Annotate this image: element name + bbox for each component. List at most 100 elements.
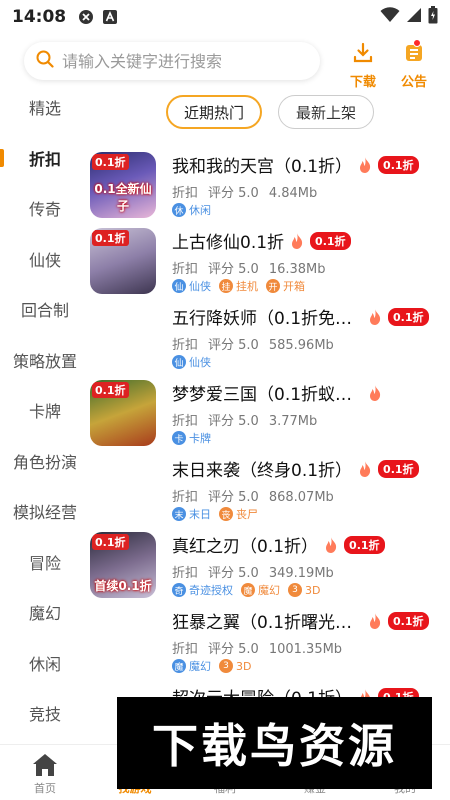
- game-icon[interactable]: 0.1折: [90, 380, 156, 446]
- game-name[interactable]: 末日来袭（终身0.1折）: [172, 456, 352, 481]
- game-type: 折扣: [172, 262, 199, 277]
- download-icon: [352, 42, 374, 68]
- category-item[interactable]: 策略放置: [0, 335, 90, 386]
- game-type: 折扣: [172, 490, 199, 505]
- category-label: 角色扮演: [12, 452, 77, 472]
- search-bar[interactable]: [24, 42, 320, 80]
- game-tags: 奇奇迹授权魔魔幻 3 3D: [172, 582, 328, 598]
- game-icon[interactable]: 0.1折 0.1全新仙子: [90, 152, 156, 218]
- category-label: 魔幻: [28, 604, 61, 624]
- game-title-row: 真红之刃（0.1折） 0.1折: [172, 532, 385, 557]
- tag-icon: 魔: [172, 659, 186, 673]
- game-list-item[interactable]: 五行降妖师（0.1折免费… 0.1折 折扣 评分 5.0 585.96Mb 仙仙侠: [90, 302, 450, 378]
- game-size: 868.07Mb: [268, 490, 334, 505]
- category-item[interactable]: 精选: [0, 82, 90, 133]
- game-title-row: 上古修仙0.1折 0.1折: [172, 228, 351, 253]
- tag-label: 奇迹授权: [189, 584, 233, 597]
- tag-label: 仙侠: [189, 356, 211, 369]
- category-item-active[interactable]: 折扣: [0, 133, 90, 184]
- game-tag: 3 3D: [288, 583, 320, 597]
- game-size: 4.84Mb: [268, 186, 318, 201]
- game-title-row: 末日来袭（终身0.1折） 0.1折: [172, 456, 419, 481]
- game-list-item[interactable]: 狂暴之翼（0.1折曙光之… 0.1折 折扣 评分 5.0 1001.35Mb 魔魔幻 3 3D: [90, 606, 450, 682]
- icon-discount-badge: 0.1折: [92, 230, 129, 246]
- tag-icon: 仙: [172, 279, 186, 293]
- discount-badge: 0.1折: [344, 535, 385, 554]
- game-rating: 评分 5.0: [208, 414, 259, 429]
- hot-fire-icon: [370, 384, 381, 401]
- icon-discount-badge: 0.1折: [92, 382, 129, 398]
- game-title-row: 我和我的天宫（0.1折） 0.1折: [172, 152, 419, 177]
- game-tag: 仙仙侠: [172, 278, 211, 294]
- category-item[interactable]: 竞技: [0, 688, 90, 739]
- tag-label: 末日: [189, 508, 211, 521]
- cellular-signal-icon: [406, 7, 422, 28]
- category-item[interactable]: 仙侠: [0, 234, 90, 285]
- discount-badge: 0.1折: [388, 307, 429, 326]
- unread-dot: [413, 39, 421, 47]
- tag-icon: 丧: [219, 507, 233, 521]
- game-list-item[interactable]: 0.1折 首续0.1折 真红之刃（0.1折） 0.1折 折扣 评分 5.0 349.19Mb…: [90, 530, 450, 606]
- discount-badge: 0.1折: [388, 611, 429, 630]
- game-size: 349.19Mb: [268, 566, 334, 581]
- game-icon[interactable]: 0.1折: [90, 228, 156, 294]
- game-name[interactable]: 狂暴之翼（0.1折曙光之…: [172, 608, 362, 633]
- announcement-label: 公告: [400, 75, 427, 90]
- nav-home-label: 首页: [34, 782, 56, 795]
- discount-badge: 0.1折: [378, 459, 419, 478]
- hot-fire-icon: [370, 308, 381, 325]
- category-item[interactable]: 回合制: [0, 284, 90, 335]
- category-label: 冒险: [28, 553, 61, 573]
- game-name[interactable]: 五行降妖师（0.1折免费…: [172, 304, 362, 329]
- category-item[interactable]: 休闲: [0, 638, 90, 689]
- app-a-icon: [102, 9, 118, 25]
- nav-home[interactable]: 首页: [0, 745, 90, 800]
- search-input[interactable]: [62, 51, 302, 71]
- game-meta: 折扣 评分 5.0 3.77Mb: [172, 410, 327, 429]
- download-button[interactable]: 下载: [343, 42, 383, 90]
- game-type: 折扣: [172, 186, 199, 201]
- category-label: 折扣: [28, 149, 61, 169]
- category-label: 模拟经营: [12, 503, 77, 523]
- category-item[interactable]: 角色扮演: [0, 436, 90, 487]
- category-item[interactable]: 传奇: [0, 183, 90, 234]
- game-list-item[interactable]: 0.1折 上古修仙0.1折 0.1折 折扣 评分 5.0 16.38Mb 仙仙侠挂挂机开开箱: [90, 226, 450, 302]
- game-list-item[interactable]: 末日来袭（终身0.1折） 0.1折 折扣 评分 5.0 868.07Mb 末末日丧丧尸: [90, 454, 450, 530]
- announcement-button[interactable]: 公告: [394, 39, 434, 90]
- game-tag: 卡卡牌: [172, 430, 211, 446]
- tag-label: 仙侠: [189, 280, 211, 293]
- tag-icon: 3: [219, 659, 233, 673]
- game-icon[interactable]: 0.1折 首续0.1折: [90, 532, 156, 598]
- category-label: 仙侠: [28, 250, 61, 270]
- game-tag: 挂挂机: [219, 278, 258, 294]
- game-name[interactable]: 梦梦爱三国（0.1折蚁国…: [172, 380, 362, 405]
- game-tag: 末末日: [172, 506, 211, 522]
- category-item[interactable]: 卡牌: [0, 385, 90, 436]
- tab-newest[interactable]: 最新上架: [278, 95, 374, 129]
- game-list-item[interactable]: 0.1折 0.1全新仙子 我和我的天宫（0.1折） 0.1折 折扣 评分 5.0 4.84M…: [90, 150, 450, 226]
- battery-icon: [428, 5, 438, 29]
- game-size: 1001.35Mb: [268, 642, 343, 657]
- tag-icon: 3: [288, 583, 302, 597]
- game-tags: 末末日丧丧尸: [172, 506, 266, 522]
- hot-fire-icon: [292, 232, 303, 249]
- category-label: 回合制: [20, 301, 69, 321]
- game-rating: 评分 5.0: [208, 262, 259, 277]
- category-item[interactable]: 模拟经营: [0, 486, 90, 537]
- game-title-row: 五行降妖师（0.1折免费… 0.1折: [172, 304, 429, 329]
- game-name[interactable]: 真红之刃（0.1折）: [172, 532, 318, 557]
- game-tag: 丧丧尸: [219, 506, 258, 522]
- hot-fire-icon: [326, 536, 337, 553]
- game-name[interactable]: 我和我的天宫（0.1折）: [172, 152, 352, 177]
- search-icon: [36, 50, 54, 72]
- game-list-item[interactable]: 0.1折 梦梦爱三国（0.1折蚁国… 折扣 评分 5.0 3.77Mb 卡卡牌: [90, 378, 450, 454]
- game-name[interactable]: 上古修仙0.1折: [172, 228, 284, 253]
- tag-icon: 魔: [241, 583, 255, 597]
- tab-recent-hot[interactable]: 近期热门: [166, 95, 262, 129]
- tag-icon: 奇: [172, 583, 186, 597]
- game-size: 585.96Mb: [268, 338, 334, 353]
- category-item[interactable]: 魔幻: [0, 587, 90, 638]
- game-tags: 休休闲: [172, 202, 219, 218]
- category-item[interactable]: 冒险: [0, 537, 90, 588]
- announcement-icon: [403, 39, 425, 68]
